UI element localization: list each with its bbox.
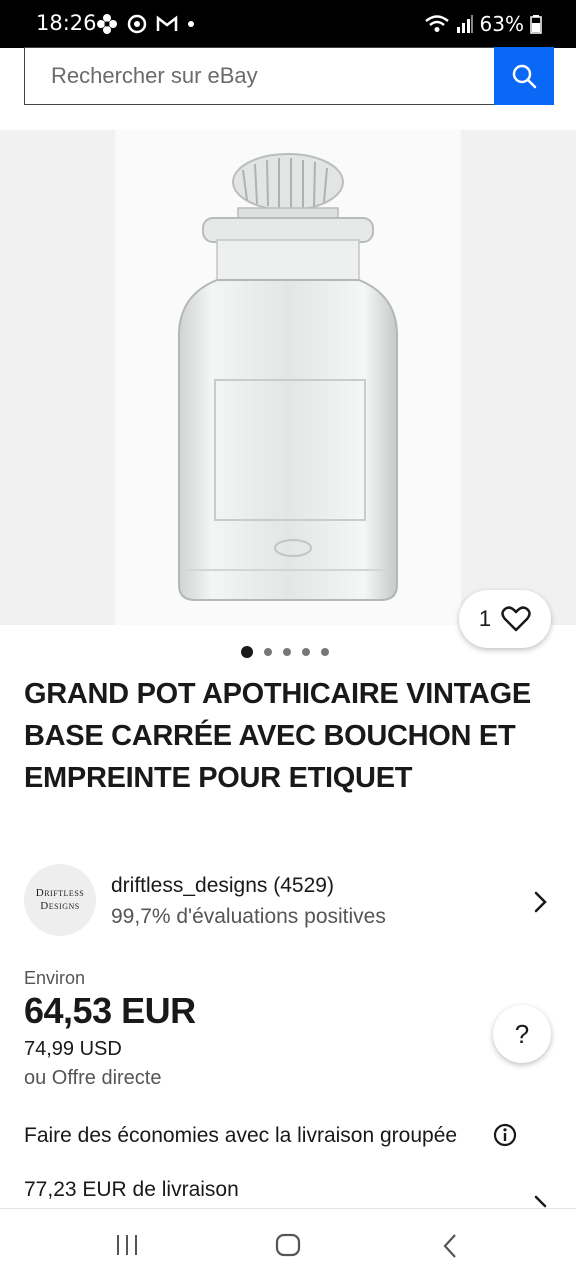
system-nav-bar: [0, 1208, 576, 1280]
flower-icon: [97, 14, 117, 34]
gallery-pagination: [241, 646, 329, 658]
search-icon: [512, 64, 537, 89]
product-photo[interactable]: [115, 130, 461, 625]
heart-icon: [501, 606, 531, 632]
chevron-right-icon[interactable]: [532, 1194, 550, 1208]
image-gallery[interactable]: [0, 130, 576, 625]
apothecary-jar-image: [177, 153, 399, 601]
best-offer-text: ou Offre directe: [24, 1067, 162, 1089]
price-converted: 64,53 EUR: [24, 990, 196, 1031]
watchlist-button[interactable]: 1: [459, 590, 551, 648]
chevron-right-icon[interactable]: [532, 890, 550, 914]
signal-icon: [456, 15, 473, 33]
sync-icon: [127, 14, 147, 34]
dot-icon: [188, 21, 194, 27]
home-icon[interactable]: [275, 1233, 301, 1257]
search-button[interactable]: [494, 47, 554, 105]
seller-avatar[interactable]: Driftless Designs: [24, 864, 96, 936]
status-notification-icons: [96, 13, 196, 35]
search-bar: Rechercher sur eBay: [24, 47, 554, 105]
seller-rating: 99,7% d'évaluations positives: [111, 905, 386, 928]
back-icon[interactable]: [441, 1233, 459, 1259]
pagination-dot[interactable]: [283, 648, 291, 656]
pagination-dot[interactable]: [302, 648, 310, 656]
seller-logo-line1: Driftless: [35, 887, 85, 899]
wifi-icon: [424, 15, 449, 32]
search-input[interactable]: Rechercher sur eBay: [25, 48, 494, 104]
battery-percent: 63%: [479, 12, 524, 36]
status-time: 18:26: [36, 11, 97, 35]
seller-name[interactable]: driftless_designs (4529): [111, 874, 334, 898]
pagination-dot[interactable]: [321, 648, 329, 656]
price-original: 74,99 USD: [24, 1038, 122, 1060]
recent-apps-icon[interactable]: [115, 1234, 139, 1256]
gmail-icon: [156, 15, 178, 31]
status-bar: 18:26 63%: [0, 0, 576, 48]
battery-icon: [530, 15, 542, 34]
info-icon[interactable]: [493, 1123, 517, 1147]
watch-count: 1: [478, 606, 492, 631]
help-button[interactable]: ?: [493, 1005, 551, 1063]
item-title: GRAND POT APOTHICAIRE VINTAGE BASE CARRÉ…: [24, 678, 531, 794]
pagination-dot-active[interactable]: [241, 646, 253, 658]
seller-logo-line2: Designs: [40, 900, 80, 912]
price-label: Environ: [24, 968, 86, 988]
bundle-shipping-text: Faire des économies avec la livraison gr…: [24, 1124, 458, 1147]
pagination-dot[interactable]: [264, 648, 272, 656]
shipping-cost: 77,23 EUR de livraison: [24, 1178, 239, 1201]
status-system-icons: 63%: [424, 12, 542, 36]
